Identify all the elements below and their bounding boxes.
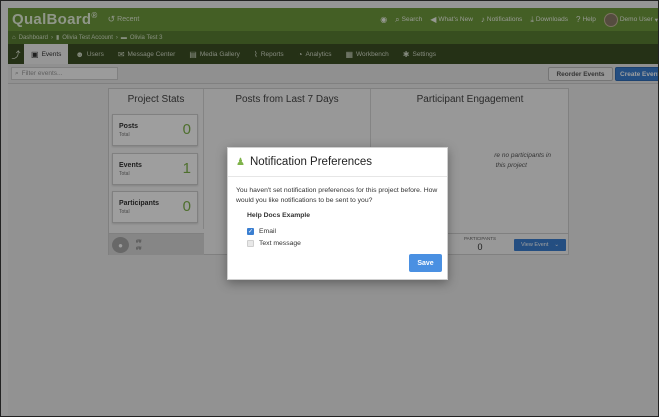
bell-icon: ♟ bbox=[236, 156, 245, 168]
project-name-label: Help Docs Example bbox=[247, 212, 311, 219]
save-button[interactable]: Save bbox=[409, 254, 442, 272]
dialog-title: Notification Preferences bbox=[249, 156, 373, 168]
dialog-header: ♟ Notification Preferences bbox=[228, 148, 447, 177]
email-option[interactable]: ✓ Email bbox=[247, 228, 276, 235]
notification-preferences-dialog: ♟ Notification Preferences You haven't s… bbox=[227, 147, 448, 280]
text-message-option[interactable]: Text message bbox=[247, 240, 301, 247]
app-window: QualBoard® ↺ Recent ◉ ⌕ Search ◀ What's Ne… bbox=[0, 0, 659, 417]
email-checkbox[interactable]: ✓ bbox=[247, 228, 254, 235]
text-message-checkbox[interactable] bbox=[247, 240, 254, 247]
dialog-message: You haven't set notification preferences… bbox=[236, 187, 438, 204]
